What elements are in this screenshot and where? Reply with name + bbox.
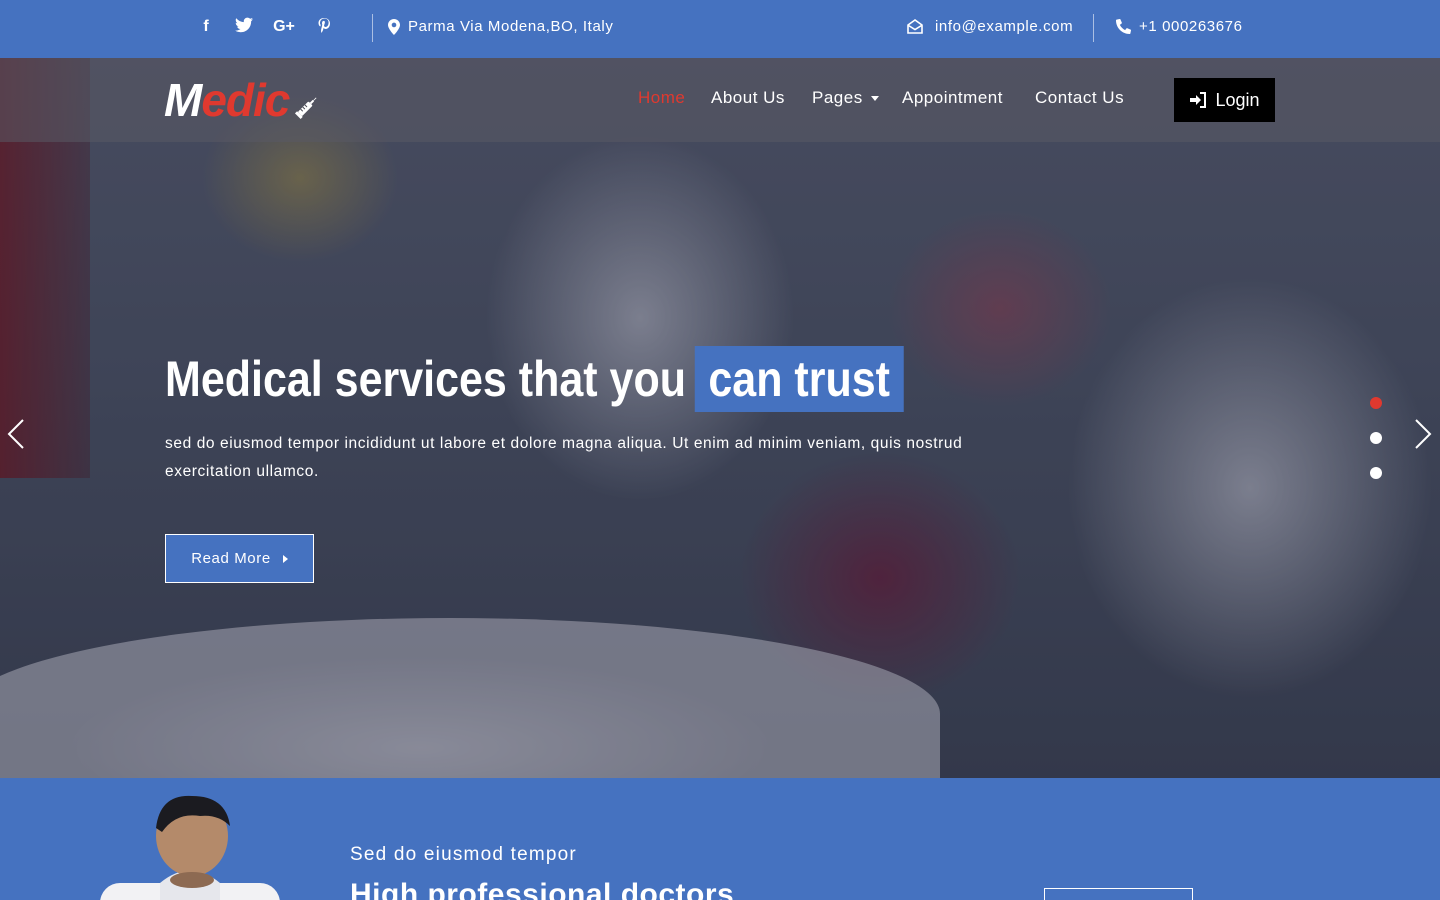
hero-subtext: sed do eiusmod tempor incididunt ut labo…: [165, 435, 963, 480]
syringe-icon: [294, 97, 317, 120]
phone-icon: [1116, 19, 1131, 34]
nav-item-contact[interactable]: Contact Us: [1035, 88, 1124, 108]
slider-dot-1[interactable]: [1370, 397, 1382, 409]
login-button[interactable]: Login: [1174, 78, 1275, 122]
address-info: Parma Via Modena,BO, Italy: [388, 18, 613, 35]
caret-down-icon: [870, 95, 879, 101]
login-label: Login: [1215, 89, 1260, 110]
read-more-label: Read More: [191, 550, 271, 567]
email-text[interactable]: info@example.com: [935, 18, 1073, 35]
facebook-icon[interactable]: f: [196, 17, 216, 37]
google-plus-icon[interactable]: G+: [272, 17, 296, 37]
nav-label[interactable]: Pages: [812, 88, 863, 108]
map-pin-icon: [388, 18, 400, 35]
doctor-image: [100, 795, 280, 900]
caret-right-icon: [282, 554, 288, 563]
nav-label[interactable]: Contact Us: [1035, 88, 1124, 108]
section-kicker: Sed do eiusmod tempor: [350, 844, 577, 865]
hero-headline: Medical services that you can trust: [165, 346, 904, 412]
hero-overlay: [0, 58, 1440, 778]
logo-letter: M: [164, 74, 202, 126]
phone-text[interactable]: +1 000263676: [1139, 18, 1243, 35]
phone-info[interactable]: +1 000263676: [1116, 18, 1243, 35]
read-more-button[interactable]: Read More: [165, 534, 314, 583]
nav-item-home[interactable]: Home: [638, 88, 685, 108]
headline-highlight: can trust: [694, 346, 904, 412]
top-bar: f G+ Parma Via Modena,BO, Italy info@exa…: [0, 0, 1440, 58]
nav-label[interactable]: Home: [638, 88, 685, 108]
social-links: f G+: [196, 17, 334, 37]
nav-item-appointment[interactable]: Appointment: [902, 88, 1003, 108]
email-info[interactable]: info@example.com: [907, 18, 1073, 35]
section-title: High professional doctors: [350, 878, 735, 900]
twitter-icon[interactable]: [234, 17, 254, 37]
divider: [1093, 14, 1094, 42]
slider-prev-arrow-icon[interactable]: [6, 418, 26, 450]
hero-slider: [0, 58, 1440, 778]
divider: [372, 14, 373, 42]
pinterest-icon[interactable]: [314, 17, 334, 37]
headline-text: Medical services that you: [165, 351, 686, 407]
nav-item-about[interactable]: About Us: [711, 88, 785, 108]
doctors-section: Sed do eiusmod tempor High professional …: [0, 778, 1440, 900]
nav-label[interactable]: Appointment: [902, 88, 1003, 108]
nav-label[interactable]: About Us: [711, 88, 785, 108]
envelope-open-icon: [907, 19, 923, 34]
logo-text: edic: [201, 74, 290, 126]
sign-in-icon: [1190, 92, 1207, 108]
slider-dot-2[interactable]: [1370, 432, 1382, 444]
slider-next-arrow-icon[interactable]: [1413, 418, 1433, 450]
slider-dot-3[interactable]: [1370, 467, 1382, 479]
nav-item-pages[interactable]: Pages: [812, 88, 879, 108]
site-logo[interactable]: Medic: [164, 72, 290, 128]
section-button[interactable]: [1044, 888, 1193, 900]
address-text: Parma Via Modena,BO, Italy: [408, 18, 614, 35]
